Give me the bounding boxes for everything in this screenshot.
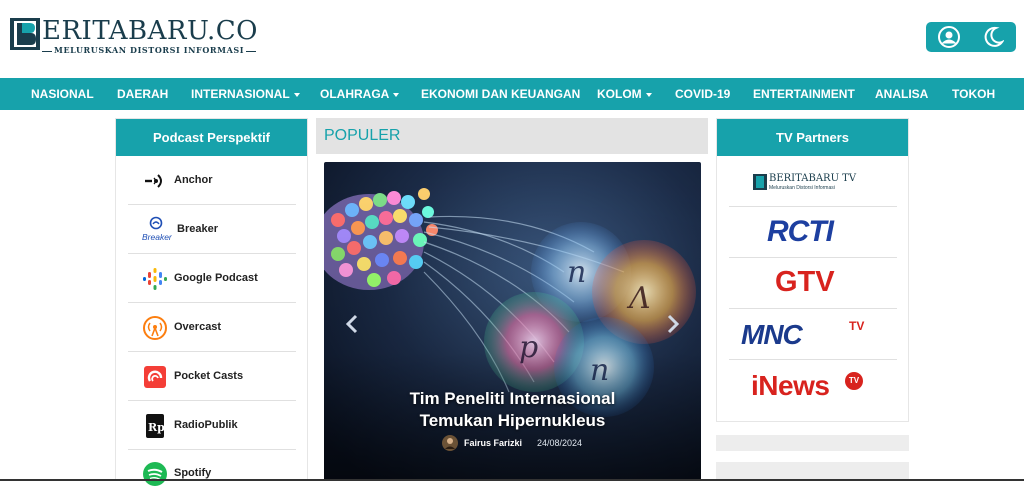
header-actions [926, 22, 1016, 52]
caret-down-icon [293, 92, 300, 97]
partner-rcti[interactable]: RCTI [729, 207, 897, 258]
partner-suffix: TV [849, 319, 865, 333]
breaker-icon: Breaker [142, 216, 172, 242]
podcast-label: Pocket Casts [174, 370, 244, 382]
podcast-item-breaker[interactable]: Breaker Breaker [128, 205, 296, 254]
slide-headline-line2: Temukan Hipernukleus [419, 411, 606, 430]
podcast-label: Google Podcast [174, 272, 258, 284]
nav-item-entertainment[interactable]: ENTERTAINMENT [753, 78, 855, 110]
user-circle-icon[interactable] [938, 26, 960, 48]
podcast-item-anchor[interactable]: Anchor [128, 156, 296, 205]
nav-label: KOLOM [597, 87, 642, 101]
caret-down-icon [645, 92, 652, 97]
partner-tagline: Meluruskan Distorsi Informasi [769, 185, 835, 191]
slider-next-icon[interactable] [665, 314, 681, 334]
nav-label: OLAHRAGA [320, 87, 390, 101]
tv-partners-panel: TV Partners BERITABARU TV Meluruskan Dis… [716, 118, 909, 422]
partner-name: BERITABARU TV [769, 173, 857, 184]
partner-suffix: TV [845, 372, 863, 390]
partner-name: RCTI [767, 215, 834, 248]
sidebar-placeholder [716, 435, 909, 451]
populer-section: POPULER Tim Peneliti Internasional Temuk… [316, 118, 708, 481]
nav-label: COVID-19 [675, 87, 731, 101]
nav-item-daerah[interactable]: DAERAH [117, 78, 168, 110]
nav-item-covid[interactable]: COVID-19 [675, 78, 730, 110]
slide-headline[interactable]: Tim Peneliti Internasional Temukan Hiper… [324, 388, 701, 432]
svg-text:Breaker: Breaker [142, 232, 172, 242]
populer-header: POPULER [316, 118, 708, 154]
tv-partners-title: TV Partners [717, 119, 908, 156]
nav-item-analisa[interactable]: ANALISA [875, 78, 928, 110]
slide-date: 24/08/2024 [537, 438, 583, 448]
podcast-item-spotify[interactable]: Spotify [128, 450, 296, 499]
podcast-item-pocket-casts[interactable]: Pocket Casts [128, 352, 296, 401]
podcast-panel: Podcast Perspektif Anchor Breaker Breake… [115, 118, 308, 486]
podcast-label: Spotify [174, 467, 212, 479]
nav-item-olahraga[interactable]: OLAHRAGA [320, 78, 400, 110]
nav-label: ANALISA [875, 87, 929, 101]
slide-image: n Λ p n [324, 162, 701, 481]
podcast-item-google-podcast[interactable]: Google Podcast [128, 254, 296, 303]
partner-mnctv[interactable]: MNC TV [729, 309, 897, 360]
caret-down-icon [393, 92, 400, 97]
nav-item-tokoh[interactable]: TOKOH [952, 78, 995, 110]
podcast-item-radiopublik[interactable]: Rp RadioPublik [128, 401, 296, 450]
podcast-item-overcast[interactable]: Overcast [128, 303, 296, 352]
partner-inews[interactable]: iNews TV [729, 360, 897, 411]
nav-label: DAERAH [117, 87, 169, 101]
slide-headline-line1: Tim Peneliti Internasional [409, 389, 616, 408]
partner-name: MNC [741, 319, 803, 350]
nav-item-internasional[interactable]: INTERNASIONAL [191, 78, 300, 110]
overcast-icon [143, 316, 167, 340]
nav-label: INTERNASIONAL [191, 87, 290, 101]
nav-item-nasional[interactable]: NASIONAL [31, 78, 94, 110]
author-avatar [442, 435, 458, 451]
radiopublik-icon: Rp [146, 414, 165, 438]
podcast-label: Anchor [174, 174, 213, 186]
logo-tagline: MELURUSKAN DISTORSI INFORMASI [40, 45, 258, 55]
nav-label: EKONOMI DAN KEUANGAN [421, 87, 581, 101]
partner-name: GTV [775, 266, 835, 298]
anchor-icon [145, 174, 162, 188]
nav-item-ekonomi[interactable]: EKONOMI DAN KEUANGAN [421, 78, 580, 110]
populer-title: POPULER [324, 127, 401, 144]
podcast-panel-title: Podcast Perspektif [116, 119, 307, 156]
podcast-label: RadioPublik [174, 419, 238, 431]
site-header: ERITABARU.CO MELURUSKAN DISTORSI INFORMA… [0, 0, 1024, 78]
partner-name: iNews [751, 370, 830, 401]
partner-gtv[interactable]: GTV [729, 258, 897, 309]
podcast-label: Overcast [174, 321, 222, 333]
slide-author[interactable]: Fairus Farizki [464, 438, 522, 448]
nav-label: TOKOH [952, 87, 996, 101]
main-nav: NASIONAL DAERAH INTERNASIONAL OLAHRAGA E… [0, 78, 1024, 110]
site-logo[interactable]: ERITABARU.CO MELURUSKAN DISTORSI INFORMA… [10, 16, 260, 58]
moon-icon[interactable] [982, 26, 1004, 48]
logo-text: ERITABARU.CO [42, 16, 258, 46]
slider-prev-icon[interactable] [344, 314, 360, 334]
populer-slider[interactable]: n Λ p n Tim Peneliti Internasional Temuk… [324, 162, 701, 481]
partner-beritabaru-tv[interactable]: BERITABARU TV Meluruskan Distorsi Inform… [729, 156, 897, 207]
google-podcast-icon [143, 268, 167, 290]
podcast-label: Breaker [177, 223, 218, 235]
pocket-casts-icon [144, 366, 166, 388]
nav-item-kolom[interactable]: KOLOM [597, 78, 652, 110]
nav-label: NASIONAL [31, 87, 94, 101]
logo-b-icon [10, 18, 40, 50]
nav-label: ENTERTAINMENT [753, 87, 855, 101]
svg-text:Rp: Rp [148, 421, 165, 434]
spotify-icon [143, 462, 167, 486]
